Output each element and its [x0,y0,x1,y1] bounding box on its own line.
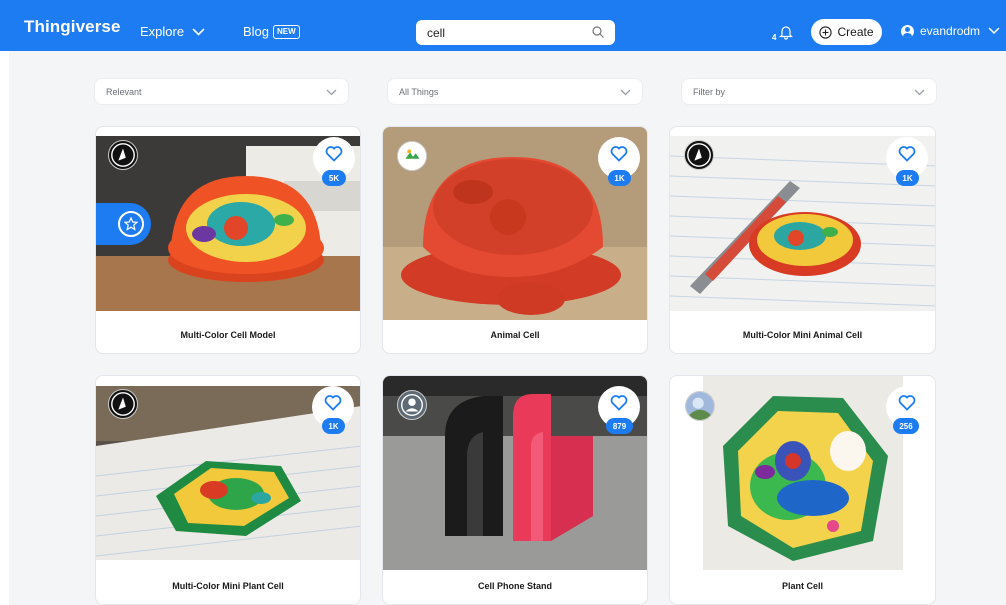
nav-blog-label: Blog [243,24,270,39]
chevron-down-icon [988,27,1000,35]
nav-explore[interactable]: Explore [140,24,205,39]
like-count: 1K [322,418,345,434]
like-count: 1K [896,170,919,186]
notification-count: 4 [772,33,777,42]
heart-icon [610,395,628,411]
thing-card[interactable]: 1K Multi-Color Mini Plant Cell [95,375,361,605]
like-count: 1K [608,170,631,186]
sort-dropdown[interactable]: Relevant [94,78,349,105]
chevron-down-icon [620,89,631,96]
thing-title[interactable]: Multi-Color Cell Model [96,330,360,340]
thing-card[interactable]: 1K Multi-Color Mini Animal Cell [669,126,936,354]
thing-title[interactable]: Multi-Color Mini Plant Cell [96,581,360,591]
creator-avatar[interactable] [685,391,715,421]
plus-circle-icon [819,25,833,39]
search-input[interactable] [427,23,587,42]
thing-thumbnail[interactable] [703,376,903,570]
filter-dropdown[interactable]: Filter by [681,78,937,105]
create-button[interactable]: Create [811,19,882,45]
thing-card[interactable]: 5K Multi-Color Cell Model [95,126,361,354]
thing-title[interactable]: Animal Cell [383,330,647,340]
heart-icon [325,146,343,162]
type-dropdown-value: All Things [399,87,439,97]
user-icon [901,24,914,38]
bell-icon [779,26,793,40]
page-left-edge [0,51,9,605]
notifications-button[interactable]: 4 [767,22,797,44]
top-navigation-bar: Thingiverse Explore Blog NEW 4 Create ev… [0,0,1006,51]
thing-title[interactable]: Multi-Color Mini Animal Cell [670,330,935,340]
star-icon [124,217,138,231]
heart-icon [610,146,628,162]
creator-avatar[interactable] [108,140,138,170]
sort-dropdown-value: Relevant [106,87,142,97]
thing-title[interactable]: Cell Phone Stand [383,581,647,591]
user-menu[interactable]: evandrodm [901,24,1000,38]
chevron-down-icon [914,89,925,96]
chevron-down-icon [192,27,205,36]
new-badge: NEW [273,24,300,39]
thing-card[interactable]: 256 Plant Cell [669,375,936,605]
search-icon[interactable] [592,26,604,38]
search-box[interactable] [416,20,615,45]
like-count: 5K [322,170,346,186]
thing-card[interactable]: 1K Animal Cell [382,126,648,354]
thing-card[interactable]: 879 Cell Phone Stand [382,375,648,605]
featured-ribbon[interactable] [96,203,151,245]
thingiverse-logo[interactable]: Thingiverse [24,17,121,37]
nav-explore-label: Explore [140,24,185,39]
filter-dropdown-value: Filter by [693,87,726,97]
type-dropdown[interactable]: All Things [387,78,643,105]
creator-avatar[interactable] [108,389,138,419]
chevron-down-icon [326,89,337,96]
thing-title[interactable]: Plant Cell [670,581,935,591]
create-button-label: Create [837,25,874,39]
like-count: 256 [893,418,919,434]
creator-avatar[interactable] [397,390,427,420]
username: evandrodm [920,24,981,38]
like-count: 879 [606,418,633,434]
heart-icon [898,146,916,162]
heart-icon [324,395,342,411]
heart-icon [898,395,916,411]
creator-avatar[interactable] [684,140,714,170]
creator-avatar[interactable] [397,141,427,171]
nav-blog[interactable]: Blog NEW [243,24,300,39]
